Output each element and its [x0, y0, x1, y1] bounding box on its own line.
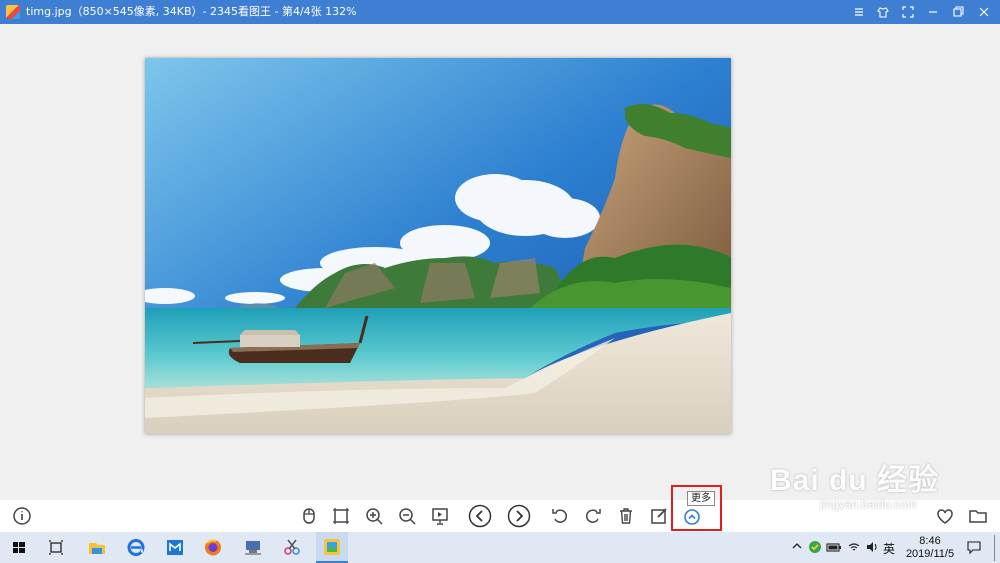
network-app-icon[interactable]	[240, 535, 266, 560]
menu-icon[interactable]	[851, 4, 867, 20]
rotate-left-icon[interactable]	[548, 504, 572, 528]
zoom-out-icon[interactable]	[395, 504, 419, 528]
window-title: timg.jpg（850×545像素, 34KB）- 2345看图王 - 第4/…	[26, 5, 357, 18]
fullscreen-icon[interactable]	[900, 4, 916, 20]
firefox-icon[interactable]	[200, 535, 226, 560]
tray-input-language[interactable]: 英	[883, 540, 895, 557]
next-icon[interactable]	[507, 504, 531, 528]
photo-beach[interactable]	[145, 58, 731, 434]
open-folder-icon[interactable]	[966, 504, 990, 528]
fit-window-icon[interactable]	[329, 504, 353, 528]
tray-chevron-up-icon[interactable]	[791, 540, 803, 555]
delete-icon[interactable]	[614, 504, 638, 528]
app-icon	[6, 5, 20, 19]
clock-time: 8:46	[919, 535, 941, 547]
2345-viewer-taskbar-icon[interactable]	[316, 532, 348, 563]
task-view-icon[interactable]	[43, 535, 69, 560]
screenshot-tool-icon[interactable]	[279, 535, 305, 560]
annotation-highlight-box	[671, 485, 722, 531]
baidu-jingyan-watermark: Bai du 经验 jingyan.baidu.com	[770, 455, 939, 511]
watermark-logo: Bai du 经验	[770, 464, 940, 497]
tray-battery-icon[interactable]	[826, 540, 842, 557]
notification-center-icon[interactable]	[966, 539, 982, 558]
tray-volume-icon[interactable]	[865, 540, 879, 557]
show-desktop-button[interactable]	[994, 535, 995, 561]
skin-icon[interactable]	[875, 4, 891, 20]
close-icon[interactable]	[976, 4, 992, 20]
clock-date: 2019/11/5	[905, 548, 955, 560]
tray-wifi-icon[interactable]	[847, 540, 861, 557]
taskbar-clock[interactable]: 8:46 2019/11/5	[904, 535, 956, 561]
windows-start-icon[interactable]	[6, 535, 32, 560]
previous-icon[interactable]	[468, 504, 492, 528]
mouse-icon[interactable]	[297, 504, 321, 528]
minimize-icon[interactable]	[925, 4, 941, 20]
rotate-right-icon[interactable]	[581, 504, 605, 528]
zoom-in-icon[interactable]	[362, 504, 386, 528]
file-explorer-icon[interactable]	[84, 535, 110, 560]
info-icon[interactable]	[10, 504, 34, 528]
watermark-site: jingyan.baidu.com	[820, 497, 917, 511]
tray-security-icon[interactable]	[808, 540, 822, 557]
title-bar: timg.jpg（850×545像素, 34KB）- 2345看图王 - 第4/…	[0, 0, 1000, 24]
restore-icon[interactable]	[950, 4, 966, 20]
edit-icon[interactable]	[647, 504, 671, 528]
edge-browser-icon[interactable]	[123, 535, 149, 560]
slideshow-icon[interactable]	[428, 504, 452, 528]
mail-app-icon[interactable]	[162, 535, 188, 560]
